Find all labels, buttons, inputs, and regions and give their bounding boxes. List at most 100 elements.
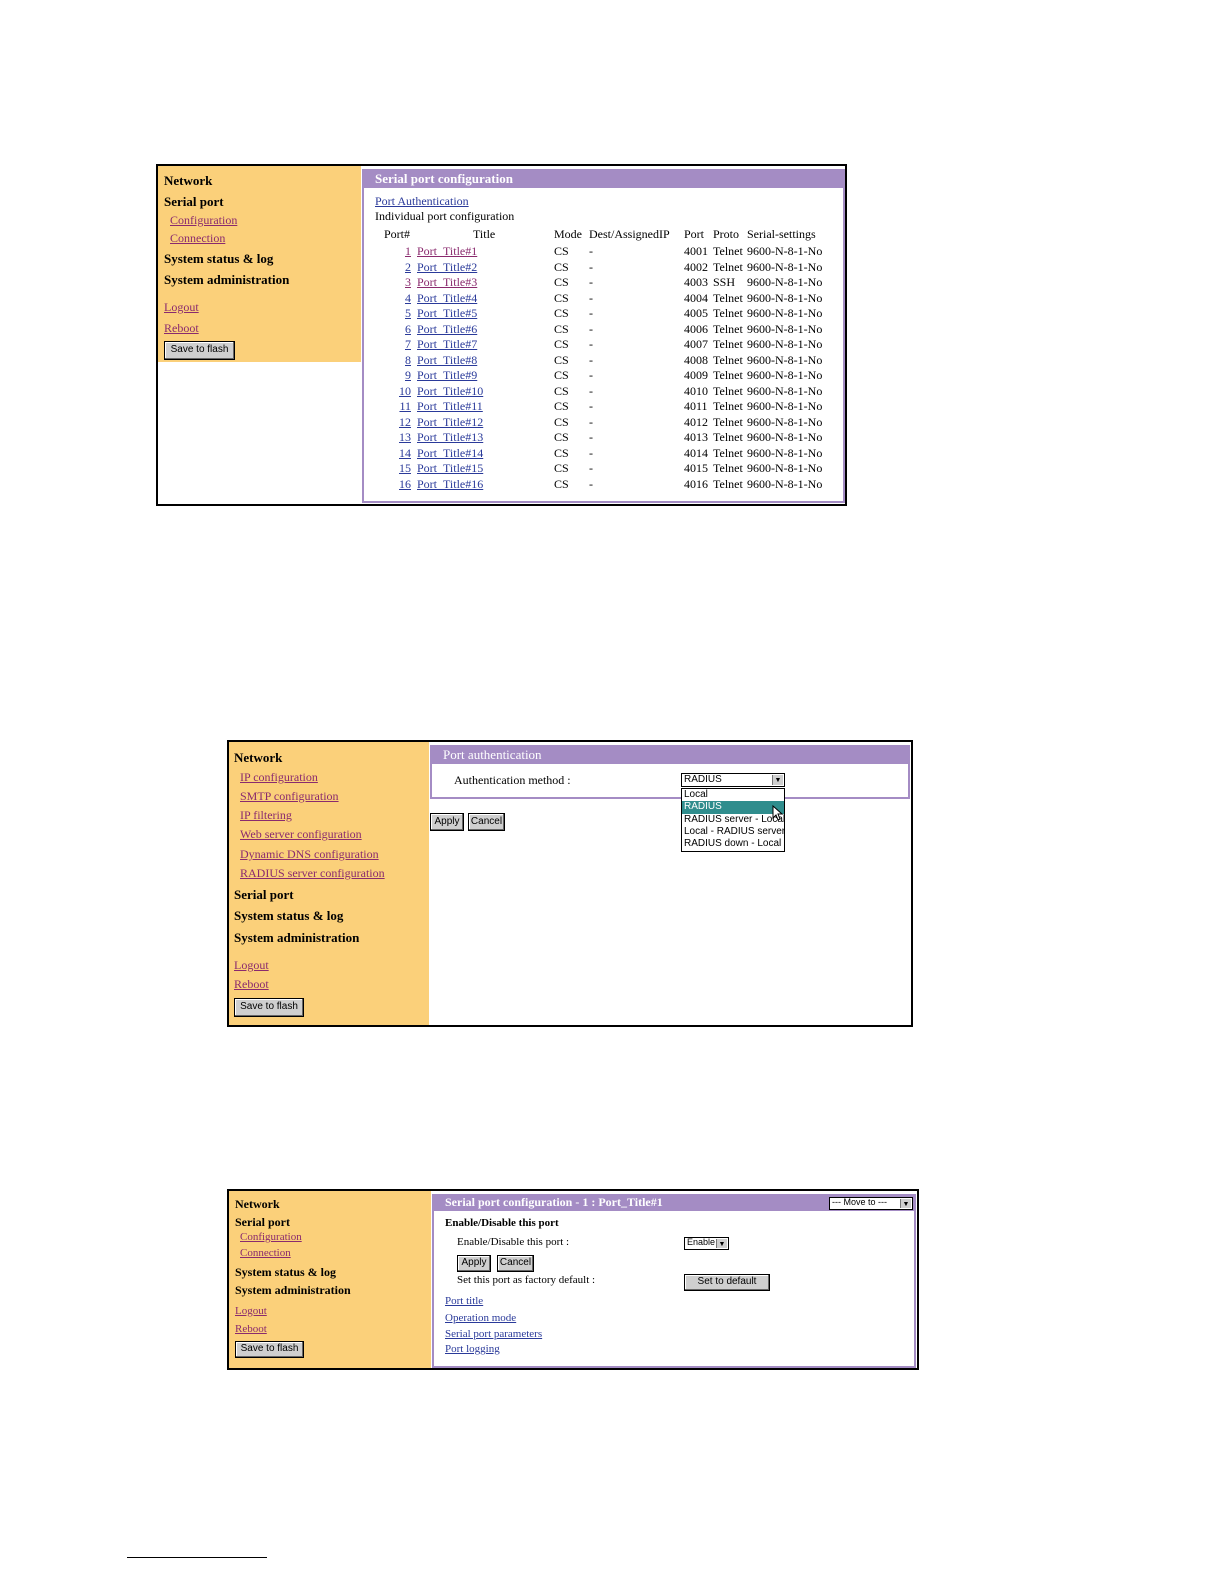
port-number-link[interactable]: 5 [384,306,417,322]
proto-cell: Telnet [713,414,743,429]
apply-button[interactable]: Apply [430,813,464,831]
sidebar-item-ip-config[interactable]: IP configuration [240,770,318,785]
port-title-link[interactable]: Port_Title#12 [417,415,554,431]
save-to-flash-button[interactable]: Save to flash [234,998,304,1017]
port-number-link[interactable]: 9 [384,368,417,384]
reboot-link[interactable]: Reboot [234,977,269,992]
port-number-link[interactable]: 13 [384,430,417,446]
port-number-link[interactable]: 2 [384,260,417,276]
enable-select[interactable]: Enable ▼ [684,1237,729,1250]
port-number-link[interactable]: 15 [384,461,417,477]
enable-disable-label: Enable/Disable this port : [457,1236,570,1248]
sidebar-item-serial-port[interactable]: Serial port [234,887,294,903]
sidebar-item-system-status[interactable]: System status & log [235,1265,336,1280]
sidebar-item-connection[interactable]: Connection [240,1247,291,1259]
sidebar-item-system-status[interactable]: System status & log [164,251,273,267]
port-title-link[interactable]: Port_Title#16 [417,477,554,493]
mode-cell: CS [554,259,569,274]
port-authentication-link[interactable]: Port Authentication [375,194,469,209]
chevron-down-icon[interactable]: ▼ [900,1199,911,1208]
sidebar-item-network[interactable]: Network [164,173,212,189]
chevron-down-icon[interactable]: ▼ [772,775,783,785]
table-row: 10 Port_Title#10 CS - 4010 Telnet 9600-N-8-1-N… [384,384,822,400]
port-title-link[interactable]: Port_Title#4 [417,291,554,307]
port-title-link[interactable]: Port_Title#8 [417,353,554,369]
move-to-select[interactable]: --- Move to --- ▼ [829,1197,913,1210]
port-title-link[interactable]: Port title [445,1295,483,1307]
dropdown-option[interactable]: RADIUS server - Local [682,814,785,826]
dropdown-option[interactable]: Local [682,789,784,801]
reboot-link[interactable]: Reboot [235,1323,267,1335]
serial-settings-cell: 9600-N-8-1-No [747,321,823,336]
sidebar-item-network[interactable]: Network [234,750,282,766]
port-title-link[interactable]: Port_Title#14 [417,446,554,462]
port-title-link[interactable]: Port_Title#7 [417,337,554,353]
logout-link[interactable]: Logout [234,958,269,973]
port-title-link[interactable]: Port_Title#6 [417,322,554,338]
set-to-default-button[interactable]: Set to default [684,1274,770,1291]
port-number-link[interactable]: 7 [384,337,417,353]
port-number-link[interactable]: 16 [384,477,417,493]
port-number-link[interactable]: 11 [384,399,417,415]
col-port-num: Port# [384,226,411,241]
tcp-port-cell: 4012 [684,414,708,429]
sidebar-item-serial-port[interactable]: Serial port [164,194,224,210]
cancel-button[interactable]: Cancel [468,813,505,831]
sidebar-item-serial-port[interactable]: Serial port [235,1215,290,1230]
sidebar-item-system-admin[interactable]: System administration [234,930,359,946]
auth-method-select[interactable]: RADIUS ▼ [681,773,785,787]
proto-cell: Telnet [713,399,743,414]
dest-cell: - [589,414,593,429]
proto-cell: Telnet [713,476,743,491]
port-number-link[interactable]: 1 [384,244,417,260]
sidebar-item-connection[interactable]: Connection [170,231,225,246]
cancel-button[interactable]: Cancel [497,1255,534,1272]
mode-cell: CS [554,414,569,429]
sidebar-item-configuration[interactable]: Configuration [170,213,237,228]
reboot-link[interactable]: Reboot [164,321,199,336]
port-number-link[interactable]: 10 [384,384,417,400]
sidebar-item-radius-config[interactable]: RADIUS server configuration [240,866,385,881]
table-row: 8 Port_Title#8 CS - 4008 Telnet 9600-N-8-1-No [384,353,822,369]
port-title-link[interactable]: Port_Title#1 [417,244,554,260]
chevron-down-icon[interactable]: ▼ [716,1239,727,1248]
sidebar-item-smtp-config[interactable]: SMTP configuration [240,789,339,804]
port-title-link[interactable]: Port_Title#5 [417,306,554,322]
port-title-link[interactable]: Port_Title#13 [417,430,554,446]
sidebar-item-network[interactable]: Network [235,1197,280,1212]
port-number-link[interactable]: 6 [384,322,417,338]
sidebar-item-ddns[interactable]: Dynamic DNS configuration [240,847,379,862]
serial-settings-cell: 9600-N-8-1-No [747,445,823,460]
port-number-link[interactable]: 14 [384,446,417,462]
save-to-flash-button[interactable]: Save to flash [235,1341,304,1358]
serial-port-parameters-link[interactable]: Serial port parameters [445,1328,542,1340]
sidebar-item-system-status[interactable]: System status & log [234,908,343,924]
sidebar-item-system-admin[interactable]: System administration [235,1283,351,1298]
port-number-link[interactable]: 4 [384,291,417,307]
dropdown-option[interactable]: Local - RADIUS server [682,826,785,838]
port-number-link[interactable]: 3 [384,275,417,291]
port-logging-link[interactable]: Port logging [445,1343,500,1355]
dropdown-option[interactable]: RADIUS down - Local [682,838,784,850]
port-number-link[interactable]: 12 [384,415,417,431]
port-title-link[interactable]: Port_Title#10 [417,384,554,400]
port-title-link[interactable]: Port_Title#9 [417,368,554,384]
port-title-link[interactable]: Port_Title#15 [417,461,554,477]
operation-mode-link[interactable]: Operation mode [445,1312,516,1324]
port-title-link[interactable]: Port_Title#2 [417,260,554,276]
tcp-port-cell: 4007 [684,337,708,352]
sidebar-item-ip-filtering[interactable]: IP filtering [240,808,292,823]
dest-cell: - [589,445,593,460]
table-row: 7 Port_Title#7 CS - 4007 Telnet 9600-N-8-1-No [384,337,822,353]
port-title-link[interactable]: Port_Title#11 [417,399,554,415]
logout-link[interactable]: Logout [164,300,199,315]
sidebar-item-web-server[interactable]: Web server configuration [240,827,362,842]
apply-button[interactable]: Apply [457,1255,491,1272]
sidebar-item-configuration[interactable]: Configuration [240,1231,302,1243]
dropdown-option[interactable]: RADIUS [682,801,784,814]
save-to-flash-button[interactable]: Save to flash [164,341,235,360]
logout-link[interactable]: Logout [235,1305,267,1317]
sidebar-item-system-admin[interactable]: System administration [164,272,289,288]
port-number-link[interactable]: 8 [384,353,417,369]
port-title-link[interactable]: Port_Title#3 [417,275,554,291]
